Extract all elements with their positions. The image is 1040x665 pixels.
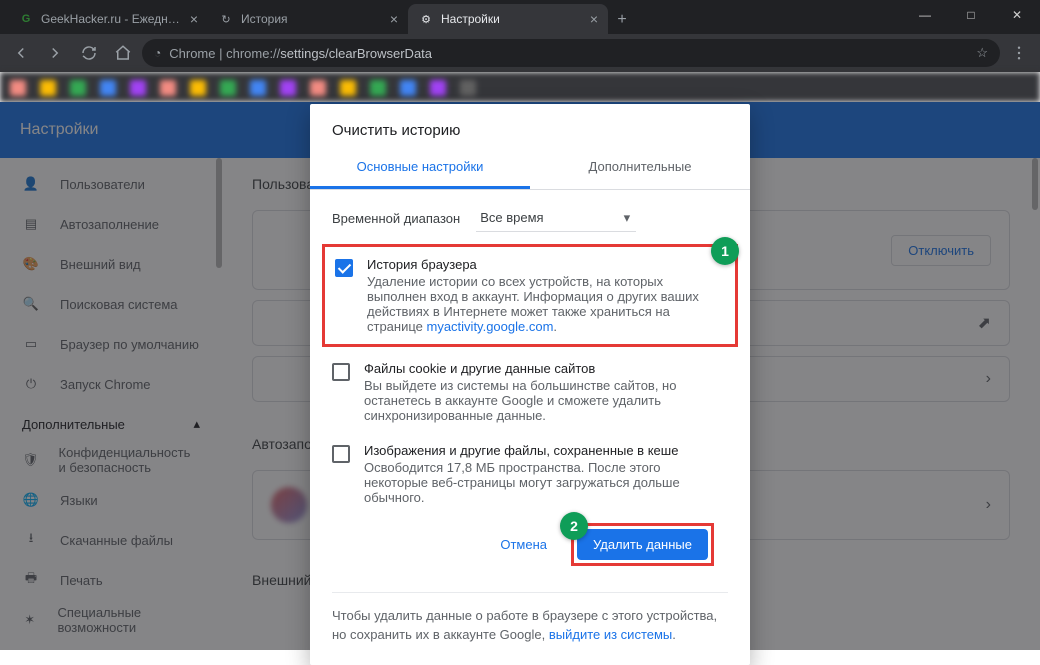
menu-button[interactable] [1004,38,1034,68]
option-title: Изображения и другие файлы, сохраненные … [364,443,728,458]
browser-tab-2[interactable]: ⚙ Настройки × [408,4,608,34]
option-title: История браузера [367,257,725,272]
address-bar[interactable]: ◔ Chrome | chrome://settings/clearBrowse… [142,39,1000,67]
browser-tab-0[interactable]: G GeekHacker.ru - Ежедневный ж × [8,4,208,34]
tab-label-1: История [241,12,383,26]
tab-label-0: GeekHacker.ru - Ежедневный ж [41,12,183,26]
annotation-outline-2: 2 Удалить данные [571,523,714,566]
checkbox-cache[interactable] [332,445,350,463]
time-range-select[interactable]: Все время [476,204,636,232]
bookmark-star-icon[interactable]: ☆ [976,45,988,61]
checkbox-cookies[interactable] [332,363,350,381]
url-scheme: Chrome | chrome://settings/clearBrowserD… [169,46,432,61]
time-range-label: Временной диапазон [332,211,460,226]
dialog-title: Очистить историю [310,104,750,149]
myactivity-link[interactable]: myactivity.google.com [427,319,554,334]
reload-button[interactable] [74,38,104,68]
home-button[interactable] [108,38,138,68]
option-desc: Удаление истории со всех устройств, на к… [367,274,725,334]
site-info-icon[interactable]: ◔ [154,46,161,60]
window-titlebar: G GeekHacker.ru - Ежедневный ж × ↻ Истор… [0,0,1040,34]
option-desc: Освободится 17,8 МБ пространства. После … [364,460,728,505]
option-title: Файлы cookie и другие данные сайтов [364,361,728,376]
checkbox-browsing-history[interactable] [335,259,353,277]
option-cookies[interactable]: Файлы cookie и другие данные сайтов Вы в… [332,351,728,433]
forward-button[interactable] [40,38,70,68]
close-tab-2[interactable]: × [590,11,598,27]
clear-data-button[interactable]: Удалить данные [577,529,708,560]
browser-tab-1[interactable]: ↻ История × [208,4,408,34]
new-tab-button[interactable]: + [608,6,636,34]
option-browsing-history[interactable]: 1 История браузера Удаление истории со в… [322,244,738,347]
sign-out-link[interactable]: выйдите из системы [549,627,672,642]
tab-label-2: Настройки [441,12,583,26]
tab-basic[interactable]: Основные настройки [310,149,530,189]
window-controls: — □ ✕ [902,0,1040,34]
cancel-button[interactable]: Отмена [486,523,561,566]
favicon-2: ⚙ [418,11,434,27]
back-button[interactable] [6,38,36,68]
tab-strip: G GeekHacker.ru - Ежедневный ж × ↻ Истор… [0,0,902,34]
dialog-actions: Отмена 2 Удалить данные [332,515,728,582]
option-cached-images[interactable]: Изображения и другие файлы, сохраненные … [332,433,728,515]
dialog-tabs: Основные настройки Дополнительные [310,149,750,190]
close-window-button[interactable]: ✕ [994,0,1040,30]
close-tab-1[interactable]: × [390,11,398,27]
dialog-footer-note: Чтобы удалить данные о работе в браузере… [332,592,728,649]
tab-advanced[interactable]: Дополнительные [530,149,750,189]
option-desc: Вы выйдете из системы на большинстве сай… [364,378,728,423]
annotation-badge-2: 2 [560,512,588,540]
favicon-1: ↻ [218,11,234,27]
close-tab-0[interactable]: × [190,11,198,27]
clear-browsing-data-dialog: Очистить историю Основные настройки Допо… [310,104,750,665]
maximize-button[interactable]: □ [948,0,994,30]
minimize-button[interactable]: — [902,0,948,30]
browser-toolbar: ◔ Chrome | chrome://settings/clearBrowse… [0,34,1040,72]
bookmark-bar[interactable] [0,72,1040,102]
annotation-badge-1: 1 [711,237,739,265]
favicon-0: G [18,11,34,27]
